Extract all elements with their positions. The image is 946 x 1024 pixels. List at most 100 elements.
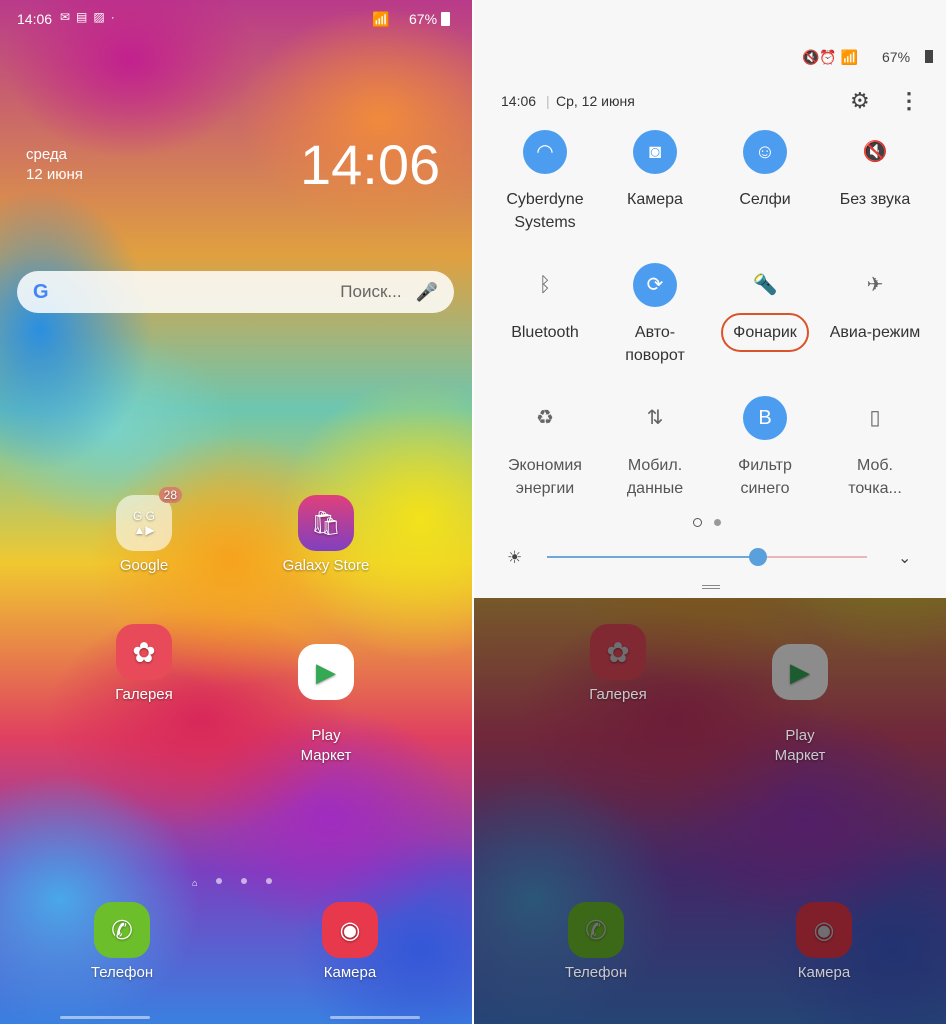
brightness-knob[interactable] (749, 548, 768, 566)
quick-tile[interactable]: ▯ Моб. точка... (820, 396, 930, 500)
airplane-icon: ✈ (866, 273, 884, 296)
panel-date[interactable]: Ср, 12 июня (556, 93, 635, 109)
tile-label: Авто-поворот (625, 324, 685, 364)
page-dot (216, 878, 223, 884)
app-label: Камера (797, 964, 851, 981)
tile-label: Без звука (839, 191, 911, 208)
battery-icon (925, 50, 933, 63)
quick-tile[interactable]: ⇅ Мобил. данные (600, 396, 710, 500)
battery-level: 67% (409, 11, 438, 27)
dock-phone-dimmed: ✆ Телефон (536, 902, 656, 981)
app-play-market-dimmed: ▶ Play Маркет (740, 624, 860, 766)
flower-icon: ✿ (590, 624, 646, 680)
camera-icon: ◉ (322, 902, 378, 958)
drag-handle[interactable] (702, 585, 720, 589)
microphone-icon[interactable]: 🎤 (416, 282, 438, 303)
tile-label: Авиа-режим (829, 324, 921, 341)
notification-icons: ✉▤▨· (60, 10, 121, 24)
power-saving-icon: ♻ (536, 406, 554, 429)
selfie-icon: ☺ (743, 130, 787, 174)
play-icon: ▶ (772, 644, 828, 700)
app-gallery-dimmed: ✿ Галерея (558, 624, 678, 703)
brightness-slider[interactable] (547, 548, 867, 566)
camera-icon: ◙ (633, 130, 677, 174)
dock-camera[interactable]: ◉ Камера (290, 902, 410, 981)
status-time: 14:06 (17, 11, 53, 27)
tile-label: Экономия энергии (508, 457, 582, 497)
app-gallery[interactable]: ✿ Галерея (84, 624, 204, 703)
signal-icon: 📶 (372, 11, 390, 27)
folder-icon: G G ▲▶ 28 (116, 487, 182, 551)
panel-battery: 67% (882, 49, 911, 65)
separator: | (546, 93, 550, 109)
flower-icon: ✿ (116, 624, 172, 680)
tile-label: Селфи (739, 191, 791, 208)
phone-icon: ✆ (94, 902, 150, 958)
dock-phone[interactable]: ✆ Телефон (62, 902, 182, 981)
mute-icon: 🔇 (862, 140, 888, 163)
tile-label: Cyberdyne Systems (506, 191, 584, 231)
tile-label: Моб. точка... (848, 457, 902, 497)
google-search-bar[interactable]: G Поиск... 🎤 (17, 271, 454, 313)
page-indicator[interactable]: ⌂ (192, 878, 292, 888)
hotspot-icon: ▯ (869, 406, 881, 429)
google-icon: G (33, 280, 49, 303)
flashlight-icon: 🔦 (752, 273, 778, 296)
quick-tile[interactable]: ⟳ Авто-поворот (600, 263, 710, 367)
app-galaxy-store[interactable]: 🛍 Galaxy Store (266, 495, 386, 574)
tile-label: Мобил. данные (626, 457, 684, 497)
battery-icon (441, 12, 450, 26)
app-label: Play Маркет (300, 727, 352, 764)
app-google-folder[interactable]: G G ▲▶ 28 Google (84, 487, 204, 574)
quick-tile[interactable]: ᛒ Bluetooth (490, 263, 600, 344)
page-dot-active[interactable] (693, 518, 702, 527)
app-label: Galaxy Store (282, 557, 370, 574)
nav-bar (60, 1016, 150, 1019)
tile-label: Фильтр синего (738, 457, 792, 497)
blue-filter-icon: B (743, 396, 787, 440)
brightness-fill (547, 556, 759, 558)
notification-badge: 28 (158, 487, 182, 503)
app-label: Play Маркет (774, 727, 826, 764)
quick-tile[interactable]: 🔦 Фонарик (710, 263, 820, 352)
mobile-data-icon: ⇅ (646, 406, 664, 429)
tile-label: Bluetooth (511, 324, 579, 341)
more-options-icon[interactable]: ⋮ (898, 88, 920, 114)
app-label: Галерея (589, 686, 647, 703)
clock-time[interactable]: 14:06 (300, 132, 440, 197)
play-icon: ▶ (298, 644, 354, 700)
quick-tile[interactable]: ✈ Авиа-режим (820, 263, 930, 344)
dock-camera-dimmed: ◉ Камера (764, 902, 884, 981)
search-placeholder: Поиск... (340, 282, 402, 301)
page-dot (241, 878, 248, 884)
app-label: Телефон (90, 964, 154, 981)
expand-chevron-icon[interactable]: ⌄ (898, 548, 911, 568)
settings-gear-icon[interactable]: ⚙ (850, 88, 870, 114)
shopping-bag-icon: 🛍 (298, 495, 354, 551)
quick-tile[interactable]: ♻ Экономия энергии (490, 396, 600, 500)
app-label: Камера (323, 964, 377, 981)
app-label: Галерея (115, 686, 173, 703)
rotate-icon: ⟳ (633, 263, 677, 307)
app-play-market[interactable]: ▶ Play Маркет (266, 624, 386, 766)
nav-bar (330, 1016, 420, 1019)
quick-tile[interactable]: 🔇 Без звука (820, 130, 930, 211)
page-dot[interactable] (714, 519, 721, 526)
wifi-icon: ◠ (523, 130, 567, 174)
clock-day: среда (26, 146, 67, 163)
quick-tile[interactable]: ◙ Камера (600, 130, 710, 211)
tile-label: Фонарик (721, 313, 809, 352)
panel-time[interactable]: 14:06 (501, 93, 536, 109)
clock-date: 12 июня (26, 166, 83, 183)
app-label: Google (119, 557, 169, 574)
home-page-icon: ⌂ (192, 878, 198, 888)
quick-tile[interactable]: B Фильтр синего (710, 396, 820, 500)
quick-panel: 🔇⏰ 📶 67% 14:06 | Ср, 12 июня ⚙ ⋮ ◠ Cyberd… (474, 0, 946, 598)
tile-label: Камера (627, 191, 683, 208)
app-label: Телефон (564, 964, 628, 981)
brightness-icon: ☀ (507, 548, 523, 567)
phone-icon: ✆ (568, 902, 624, 958)
page-dot (266, 878, 273, 884)
quick-tile[interactable]: ☺ Селфи (710, 130, 820, 211)
quick-tile[interactable]: ◠ Cyberdyne Systems (490, 130, 600, 234)
